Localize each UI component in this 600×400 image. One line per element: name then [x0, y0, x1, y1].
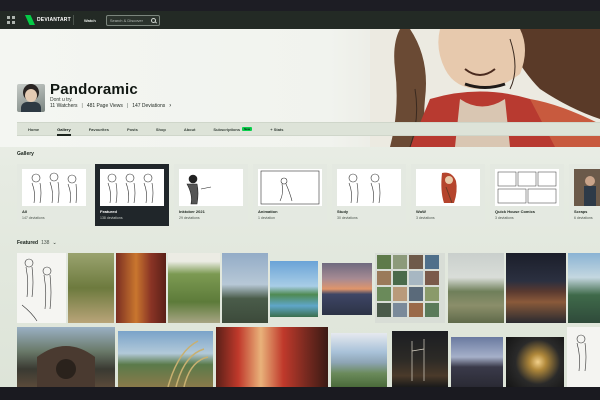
deviation-thumbnail[interactable] [216, 327, 328, 387]
deviation-thumbnail[interactable] [168, 253, 220, 323]
stats-separator: | [81, 103, 83, 109]
folder-thumbnail [258, 169, 322, 206]
tab-shop[interactable]: Shop [156, 123, 166, 135]
folder-name: Animation [258, 209, 278, 214]
menu-grid-icon[interactable] [5, 14, 17, 26]
folder-thumbnail [416, 169, 480, 206]
folder-count: 3 deviations [495, 216, 514, 220]
folder-name: Inktober 2021 [179, 209, 205, 214]
folder-card-wow[interactable]: WoW 3 deviations [411, 164, 485, 226]
folder-card-study[interactable]: Study 30 deviations [332, 164, 406, 226]
folder-name: Study [337, 209, 349, 214]
page-views-count: 481 Page Views [86, 103, 123, 109]
avatar[interactable] [17, 84, 45, 112]
folder-name: Featured [100, 209, 117, 214]
tab-subscriptions[interactable]: Subscriptions New [213, 123, 253, 135]
featured-dropdown[interactable]: Featured 138 ⌄ [17, 240, 57, 246]
folder-thumbnail [22, 169, 86, 206]
folder-card-quick-house-comics[interactable]: Quick House Comics 3 deviations [490, 164, 564, 226]
folder-card-inktober[interactable]: Inktober 2021 29 deviations [174, 164, 248, 226]
watch-link[interactable]: Watch [84, 18, 96, 23]
new-badge: New [242, 127, 253, 131]
chevron-right-icon[interactable]: › [169, 103, 171, 109]
deviation-thumbnail[interactable] [392, 331, 448, 387]
featured-count: 138 [41, 240, 50, 246]
deviation-thumbnail[interactable] [375, 253, 445, 323]
window-top-bar [0, 0, 600, 11]
folder-count: 1 deviation [258, 216, 275, 220]
deviation-thumbnail[interactable] [17, 253, 66, 323]
profile-stats: 11 Watchers | 481 Page Views | 147 Devia… [50, 103, 171, 109]
folder-count: 147 deviations [22, 216, 45, 220]
deviation-grid [0, 251, 600, 387]
top-navbar: DEVIANTART Watch Search & Discover [0, 11, 600, 29]
folder-count: 30 deviations [337, 216, 358, 220]
folder-card-animation[interactable]: Animation 1 deviation [253, 164, 327, 226]
profile-page: Pandoramic Dont u try. 11 Watchers | 481… [0, 29, 600, 387]
folder-thumbnail [495, 169, 559, 206]
folder-name: WoW [416, 209, 426, 214]
deviation-thumbnail[interactable] [331, 333, 387, 387]
folder-name: Quick House Comics [495, 209, 536, 214]
deviation-thumbnail[interactable] [568, 253, 600, 323]
deviation-thumbnail[interactable] [448, 253, 504, 323]
deviation-thumbnail[interactable] [322, 263, 372, 315]
tab-favourites[interactable]: Favourites [89, 123, 109, 135]
folder-count: 29 deviations [179, 216, 200, 220]
username: Pandoramic [50, 81, 138, 98]
nav-divider [73, 15, 74, 25]
featured-label: Featured [17, 240, 39, 246]
folder-thumbnail [100, 169, 164, 206]
window-bottom-bar [0, 387, 600, 400]
deviation-thumbnail[interactable] [567, 327, 600, 387]
tab-stats[interactable]: + Stats [270, 123, 283, 135]
chevron-down-icon: ⌄ [52, 240, 57, 246]
stats-separator: | [126, 103, 129, 109]
search-icon[interactable] [150, 17, 156, 23]
deviation-thumbnail[interactable] [222, 253, 268, 323]
logo-text: DEVIANTART [37, 16, 71, 23]
folder-thumbnail [574, 169, 600, 206]
deviations-count[interactable]: 147 Deviations [132, 103, 165, 109]
tab-about[interactable]: About [184, 123, 196, 135]
watchers-count[interactable]: 11 Watchers [50, 103, 78, 109]
tab-gallery[interactable]: Gallery [57, 123, 71, 136]
folder-name: Scraps [574, 209, 588, 214]
deviation-thumbnail[interactable] [118, 331, 213, 387]
deviation-thumbnail[interactable] [506, 253, 566, 323]
folder-card-scraps[interactable]: Scraps 6 deviations [569, 164, 600, 226]
folder-count: 6 deviations [574, 216, 593, 220]
folder-card-featured[interactable]: Featured 138 deviations [95, 164, 169, 226]
deviation-thumbnail[interactable] [116, 253, 166, 323]
gallery-folders: All 147 deviations Featured 138 deviatio… [17, 164, 600, 226]
tab-home[interactable]: Home [28, 123, 39, 135]
folder-count: 138 deviations [100, 216, 123, 220]
folder-name: All [22, 209, 28, 214]
deviation-thumbnail[interactable] [451, 337, 503, 387]
tab-posts[interactable]: Posts [127, 123, 138, 135]
folder-count: 3 deviations [416, 216, 435, 220]
deviantart-logo[interactable]: DEVIANTART [25, 15, 71, 25]
search-input[interactable]: Search & Discover [105, 14, 160, 26]
folder-thumbnail [337, 169, 401, 206]
deviation-thumbnail[interactable] [17, 327, 115, 387]
profile-tabs: Home Gallery Favourites Posts Shop About… [17, 122, 600, 136]
search-placeholder: Search & Discover [109, 17, 143, 23]
deviation-thumbnail[interactable] [506, 337, 564, 387]
deviation-thumbnail[interactable] [68, 253, 114, 323]
logo-mark-icon [25, 15, 35, 25]
gallery-title: Gallery [17, 151, 34, 157]
folder-card-all[interactable]: All 147 deviations [17, 164, 91, 226]
folder-thumbnail [179, 169, 243, 206]
deviation-thumbnail[interactable] [270, 261, 318, 317]
